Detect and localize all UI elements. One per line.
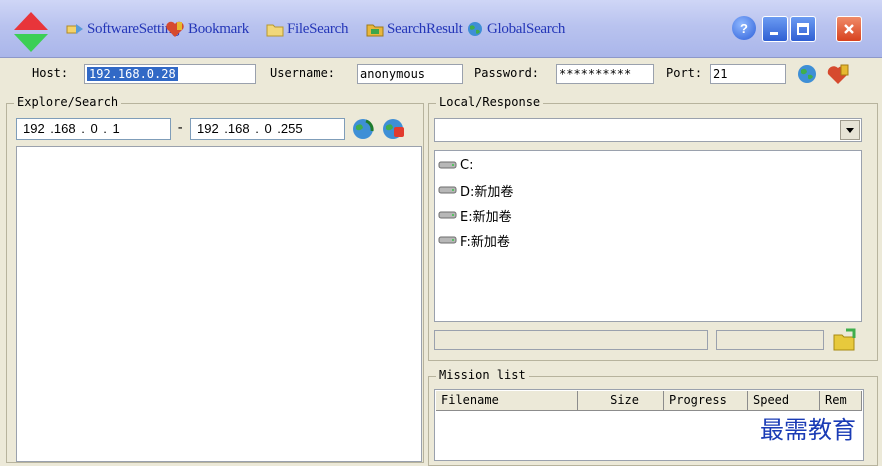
password-input[interactable]: ********** (556, 64, 654, 84)
drive-icon (438, 186, 457, 194)
globe-search-icon (468, 22, 482, 36)
drive-icon (438, 236, 457, 244)
close-icon (844, 24, 854, 34)
close-button[interactable] (836, 16, 862, 42)
drive-icon (438, 161, 457, 169)
host-label: Host: (32, 66, 69, 80)
drive-label: F:新加卷 (460, 234, 510, 250)
explore-results-area[interactable] (16, 146, 422, 462)
heart-bookmark-icon (166, 21, 184, 37)
minimize-button[interactable] (762, 16, 788, 42)
column-size[interactable]: Size (578, 391, 664, 411)
stop-scan-icon[interactable] (380, 117, 406, 141)
username-input[interactable]: anonymous (357, 64, 463, 84)
drive-item-f[interactable]: F:新加卷 (438, 229, 510, 251)
drive-icon (438, 211, 457, 219)
file-search-icon (266, 24, 284, 37)
folder-result-icon (366, 24, 384, 37)
host-value: 192.168.0.28 (87, 67, 178, 81)
column-speed[interactable]: Speed (748, 391, 820, 411)
local-response-title: Local/Response (436, 95, 544, 109)
drive-label: D:新加卷 (460, 184, 514, 200)
username-label: Username: (270, 66, 336, 80)
maximize-icon (797, 23, 809, 35)
connection-bar: Host: 192.168.0.28 Username: anonymous P… (0, 60, 882, 88)
local-path-dropdown[interactable] (434, 118, 862, 142)
column-remaining[interactable]: Rem (820, 391, 862, 411)
username-value: anonymous (360, 67, 426, 81)
password-label: Password: (474, 66, 540, 80)
global-search-button[interactable]: GlobalSearch (466, 18, 565, 40)
port-input[interactable]: 21 (710, 64, 786, 84)
settings-icon (66, 24, 83, 34)
drive-label: C: (460, 157, 474, 173)
open-folder-icon[interactable] (832, 327, 858, 353)
help-icon: ? (740, 21, 748, 35)
drive-label: E:新加卷 (460, 209, 512, 225)
maximize-button[interactable] (790, 16, 816, 42)
explore-search-title: Explore/Search (14, 95, 122, 109)
file-search-button[interactable]: FileSearch (266, 18, 348, 40)
file-search-label: FileSearch (287, 20, 349, 37)
drive-item-d[interactable]: D:新加卷 (438, 179, 513, 201)
app-logo-icon (14, 12, 48, 52)
connect-globe-icon[interactable] (796, 63, 818, 85)
svg-text:?: ? (740, 21, 748, 35)
password-value: ********** (559, 67, 632, 81)
ip-end-input[interactable]: 192 .168 . 0 .255 (190, 118, 345, 140)
progress-field (716, 330, 824, 350)
column-progress[interactable]: Progress (664, 391, 748, 411)
port-value: 21 (713, 67, 728, 81)
help-button[interactable]: ? (732, 16, 756, 40)
favorite-heart-icon[interactable] (826, 63, 852, 85)
watermark-text: 最需教育 (760, 416, 856, 444)
minimize-icon (770, 32, 778, 35)
column-filename[interactable]: Filename (436, 391, 578, 411)
ip-range-separator: - (176, 120, 185, 136)
host-input[interactable]: 192.168.0.28 (84, 64, 256, 84)
port-label: Port: (666, 66, 703, 80)
title-toolbar: SoftwareSetting Bookmark FileSearch Sear… (0, 0, 882, 58)
software-setting-button[interactable]: SoftwareSetting (66, 18, 179, 40)
drive-item-c[interactable]: C: (438, 154, 473, 176)
start-scan-icon[interactable] (350, 117, 376, 141)
ip-start-input[interactable]: 192 .168 . 0 . 1 (16, 118, 171, 140)
search-result-button[interactable]: SearchResult (366, 18, 463, 40)
drive-item-e[interactable]: E:新加卷 (438, 204, 512, 226)
ip-end-value: 192 .168 . 0 .255 (197, 121, 303, 136)
bookmark-button[interactable]: Bookmark (165, 18, 249, 40)
status-field (434, 330, 708, 350)
search-result-label: SearchResult (387, 20, 463, 37)
mission-list-title: Mission list (436, 368, 529, 382)
chevron-down-icon (846, 128, 854, 133)
dropdown-arrow-button[interactable] (840, 120, 860, 140)
bookmark-label: Bookmark (188, 20, 249, 37)
global-search-label: GlobalSearch (487, 20, 566, 37)
ip-start-value: 192 .168 . 0 . 1 (23, 121, 120, 136)
